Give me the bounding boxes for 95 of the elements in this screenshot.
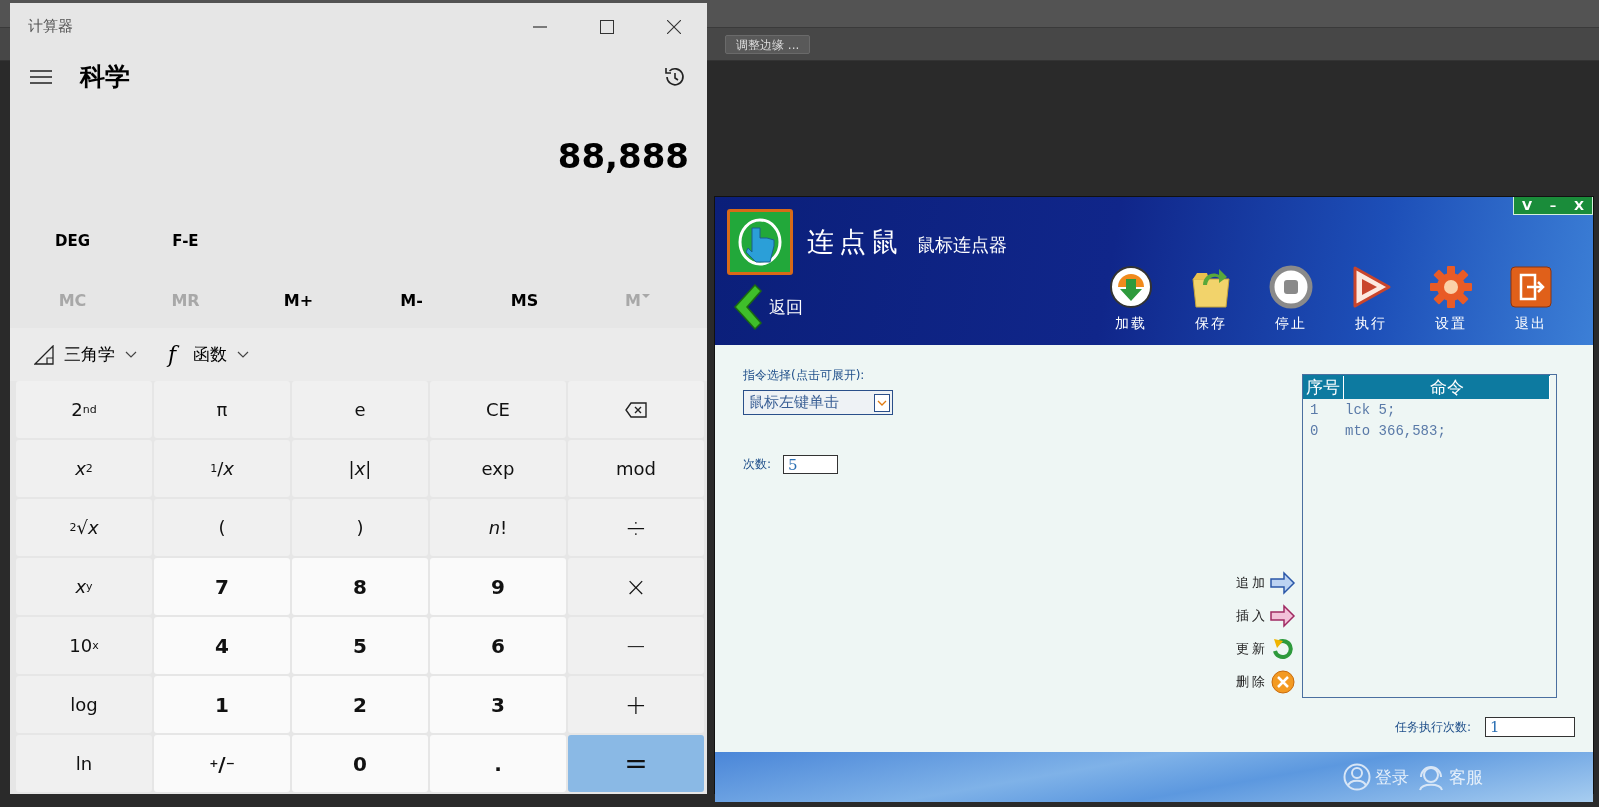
arrow-right-icon bbox=[1270, 571, 1296, 595]
arrow-right-icon bbox=[1270, 604, 1296, 628]
gear-icon bbox=[1429, 265, 1473, 309]
command-dropdown[interactable]: 鼠标左键单击 bbox=[743, 390, 893, 415]
mode-toggle[interactable]: DEG bbox=[16, 220, 129, 261]
key-button[interactable]: x$^{2}$ bbox=[16, 440, 152, 497]
mode-title: 科学 bbox=[80, 61, 131, 93]
key-button[interactable]: ÷ bbox=[568, 499, 704, 556]
toolbar-button[interactable]: 加载 bbox=[1091, 265, 1171, 333]
key-button[interactable]: + bbox=[568, 676, 704, 733]
action-button[interactable]: 删除 bbox=[1236, 670, 1296, 694]
action-button[interactable]: 更新 bbox=[1236, 637, 1296, 661]
chevron-down-icon bbox=[237, 351, 249, 358]
key-button[interactable]: $^{1}$/x bbox=[154, 440, 290, 497]
back-button[interactable]: 返回 bbox=[727, 283, 803, 331]
key-button[interactable]: ln bbox=[16, 735, 152, 792]
key-button[interactable]: π bbox=[154, 381, 290, 438]
caret-icon bbox=[641, 293, 650, 298]
memory-button[interactable]: M+ bbox=[242, 280, 355, 321]
key-button[interactable]: − bbox=[568, 617, 704, 674]
toolbar-button[interactable]: 停止 bbox=[1251, 265, 1331, 333]
key-button[interactable]: e bbox=[292, 381, 428, 438]
table-cell: mto 366,583; bbox=[1345, 422, 1446, 439]
action-button[interactable]: 插入 bbox=[1236, 604, 1296, 628]
chevron-down-icon bbox=[874, 393, 890, 412]
key-button[interactable]: mod bbox=[568, 440, 704, 497]
toolbar-button[interactable]: 保存 bbox=[1171, 265, 1251, 333]
toolbar-button[interactable]: 设置 bbox=[1411, 265, 1491, 333]
key-button[interactable]: 9 bbox=[430, 558, 566, 615]
key-button[interactable]: n! bbox=[430, 499, 566, 556]
command-select-label: 指令选择(点击可展开): bbox=[743, 367, 866, 384]
memory-button[interactable]: M- bbox=[355, 280, 468, 321]
table-cell-text: 0 bbox=[1309, 422, 1320, 439]
key-button[interactable]: |x| bbox=[292, 440, 428, 497]
key-button[interactable]: . bbox=[430, 735, 566, 792]
key-button[interactable]: 2$^{nd}$ bbox=[16, 381, 152, 438]
toolbar-button[interactable]: 退出 bbox=[1491, 265, 1571, 333]
key-button[interactable]: 3 bbox=[430, 676, 566, 733]
key-button[interactable]: 6 bbox=[430, 617, 566, 674]
key-button[interactable]: 10$^{x}$ bbox=[16, 617, 152, 674]
mode-toggle[interactable]: F-E bbox=[129, 220, 242, 261]
adjust-edge-button[interactable]: 调整边缘 ... bbox=[725, 34, 811, 54]
memory-button[interactable]: MS bbox=[468, 280, 581, 321]
backspace-icon bbox=[625, 401, 647, 418]
key-button[interactable]: x$^{y}$ bbox=[16, 558, 152, 615]
key-button[interactable]: $^{2}$√x bbox=[16, 499, 152, 556]
key-button[interactable]: 1 bbox=[154, 676, 290, 733]
maximize-icon bbox=[599, 19, 614, 34]
close-icon bbox=[666, 19, 681, 34]
key-button[interactable]: 5 bbox=[292, 617, 428, 674]
window-control-button[interactable]: – bbox=[1540, 197, 1566, 214]
key-button[interactable]: 7 bbox=[154, 558, 290, 615]
key-button[interactable]: CE bbox=[430, 381, 566, 438]
key-button[interactable]: 0 bbox=[292, 735, 428, 792]
key-button[interactable]: ( bbox=[154, 499, 290, 556]
count-label: 次数: bbox=[743, 456, 772, 473]
function-dropdown[interactable]: 三角学 bbox=[30, 334, 141, 375]
action-button[interactable]: 追加 bbox=[1236, 571, 1296, 595]
key-button[interactable]: 8 bbox=[292, 558, 428, 615]
window-title: 计算器 bbox=[28, 17, 74, 36]
stop-icon bbox=[1269, 265, 1313, 309]
headset-user-icon bbox=[1417, 763, 1445, 791]
window-control-button[interactable]: V bbox=[1514, 197, 1540, 214]
app-title: 连点鼠 bbox=[807, 225, 903, 259]
triangle-icon bbox=[34, 344, 54, 365]
key-button[interactable] bbox=[568, 381, 704, 438]
delete-icon bbox=[1270, 670, 1296, 694]
refresh-icon bbox=[1270, 637, 1296, 661]
key-button[interactable]: exp bbox=[430, 440, 566, 497]
chevron-down-icon bbox=[125, 351, 137, 358]
key-button[interactable]: 2 bbox=[292, 676, 428, 733]
history-icon bbox=[663, 65, 685, 88]
minimize-icon bbox=[532, 25, 547, 28]
exit-icon bbox=[1509, 265, 1553, 309]
chevron-left-icon bbox=[731, 283, 763, 331]
task-count-label: 任务执行次数: bbox=[1394, 718, 1471, 736]
key-button[interactable]: = bbox=[568, 735, 704, 792]
key-button[interactable]: log bbox=[16, 676, 152, 733]
key-button[interactable]: × bbox=[568, 558, 704, 615]
task-count-field[interactable]: 1 bbox=[1485, 717, 1575, 737]
column-header: 命令 bbox=[1344, 375, 1550, 399]
menu-icon bbox=[30, 69, 52, 84]
count-field[interactable]: 5 bbox=[783, 455, 839, 474]
download-icon bbox=[1109, 265, 1153, 309]
user-icon bbox=[1343, 763, 1371, 791]
app-subtitle: 鼠标连点器 bbox=[917, 233, 1007, 257]
key-button[interactable]: 4 bbox=[154, 617, 290, 674]
column-header: 序号 bbox=[1303, 375, 1344, 399]
toolbar-button[interactable]: 执行 bbox=[1331, 265, 1411, 333]
function-dropdown[interactable]: f 函数 bbox=[157, 334, 253, 375]
display-value: 88,888 bbox=[557, 135, 689, 176]
key-button[interactable]: ) bbox=[292, 499, 428, 556]
table-cell: lck 5; bbox=[1345, 401, 1396, 418]
table-cell-text: 1 bbox=[1309, 401, 1320, 418]
window-control-button[interactable]: X bbox=[1566, 197, 1592, 214]
